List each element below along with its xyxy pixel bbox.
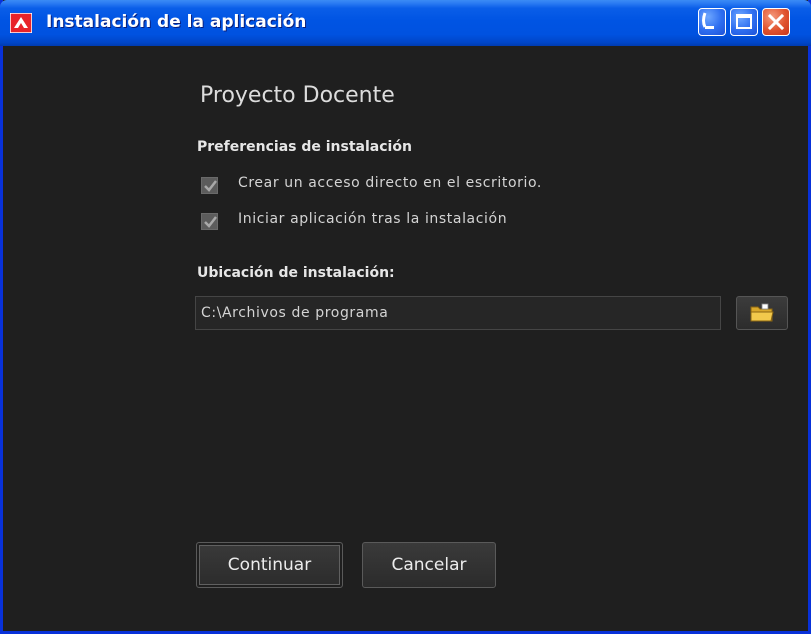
launch-after-install-checkbox[interactable] xyxy=(201,213,218,230)
folder-icon xyxy=(750,303,774,322)
checkmark-icon xyxy=(204,216,217,228)
close-icon xyxy=(767,13,785,31)
launch-after-install-label: Iniciar aplicación tras la instalación xyxy=(238,211,508,227)
preferences-heading: Preferencias de instalación xyxy=(197,139,412,155)
application-name: Proyecto Docente xyxy=(200,83,395,108)
window-title: Instalación de la aplicación xyxy=(46,12,307,32)
installer-window: Instalación de la aplicación Proyecto Do… xyxy=(0,0,811,634)
cancel-button[interactable]: Cancelar xyxy=(362,542,496,588)
minimize-button[interactable] xyxy=(698,8,726,36)
browse-folder-button[interactable] xyxy=(736,296,788,330)
continue-button[interactable]: Continuar xyxy=(196,542,343,588)
desktop-shortcut-checkbox[interactable] xyxy=(201,177,218,194)
adobe-air-icon xyxy=(10,13,32,33)
maximize-icon xyxy=(736,14,752,29)
desktop-shortcut-label: Crear un acceso directo en el escritorio… xyxy=(238,175,542,191)
install-path-input[interactable] xyxy=(195,296,721,330)
maximize-button[interactable] xyxy=(730,8,758,36)
minimize-icon xyxy=(702,12,714,29)
title-bar[interactable]: Instalación de la aplicación xyxy=(0,0,811,46)
checkmark-icon xyxy=(204,180,217,192)
close-button[interactable] xyxy=(762,8,790,36)
install-location-heading: Ubicación de instalación: xyxy=(197,265,395,281)
